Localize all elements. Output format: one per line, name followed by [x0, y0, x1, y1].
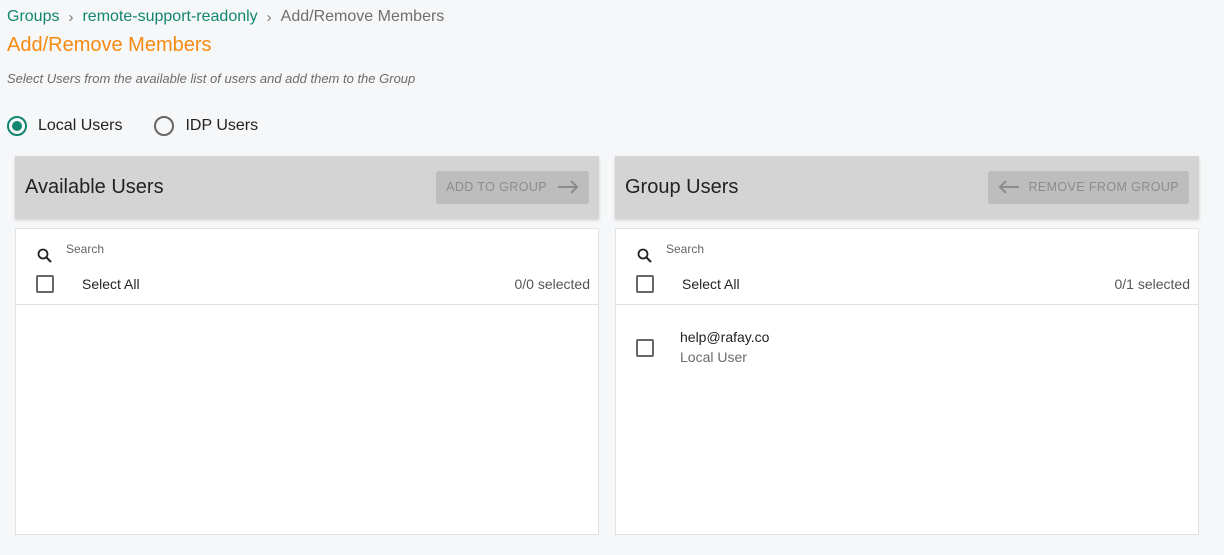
available-users-header: Available Users ADD TO GROUP [15, 156, 599, 218]
available-search-input[interactable] [66, 242, 366, 256]
radio-local-users[interactable]: Local Users [7, 116, 122, 136]
group-users-title: Group Users [625, 175, 739, 198]
available-selected-count: 0/0 selected [514, 276, 591, 292]
user-email: help@rafay.co [680, 329, 770, 345]
radio-label: Local Users [38, 117, 123, 134]
available-select-all-checkbox[interactable] [36, 275, 54, 293]
group-search [636, 239, 966, 265]
breadcrumb-current: Add/Remove Members [280, 8, 445, 25]
radio-label: IDP Users [185, 117, 259, 134]
group-users-header: Group Users REMOVE FROM GROUP [615, 156, 1199, 218]
arrow-left-icon [998, 180, 1020, 194]
radio-unchecked-icon [154, 116, 175, 136]
available-users-list: Select All 0/0 selected [15, 228, 599, 535]
radio-checked-icon [7, 116, 27, 136]
add-to-group-label: ADD TO GROUP [446, 180, 547, 194]
available-search [36, 239, 366, 265]
page-title: Add/Remove Members [7, 34, 212, 56]
group-selected-count: 0/1 selected [1114, 276, 1191, 292]
breadcrumb-separator: › [266, 8, 272, 26]
radio-idp-users[interactable]: IDP Users [154, 116, 258, 136]
user-checkbox[interactable] [636, 339, 654, 357]
list-item[interactable]: help@rafay.co Local User [616, 329, 1198, 369]
available-users-title: Available Users [25, 175, 164, 198]
group-search-input[interactable] [666, 242, 966, 256]
select-all-label: Select All [682, 276, 740, 292]
remove-from-group-button[interactable]: REMOVE FROM GROUP [988, 170, 1189, 204]
select-all-label: Select All [82, 276, 140, 292]
breadcrumb-groups-link[interactable]: Groups [7, 8, 59, 26]
user-type: Local User [680, 349, 747, 365]
breadcrumb: Groups › remote-support-readonly › Add/R… [7, 7, 444, 27]
search-icon [36, 247, 54, 265]
group-select-all-checkbox[interactable] [636, 275, 654, 293]
group-select-all-row: Select All 0/1 selected [616, 273, 1198, 305]
add-to-group-button[interactable]: ADD TO GROUP [436, 170, 589, 204]
search-icon [636, 247, 654, 265]
group-users-list: Select All 0/1 selected help@rafay.co Lo… [615, 228, 1199, 535]
breadcrumb-separator: › [68, 8, 74, 26]
breadcrumb-group-link[interactable]: remote-support-readonly [82, 8, 257, 26]
available-select-all-row: Select All 0/0 selected [16, 273, 598, 305]
page-subtitle: Select Users from the available list of … [7, 71, 416, 86]
remove-from-group-label: REMOVE FROM GROUP [1028, 180, 1179, 194]
arrow-right-icon [557, 180, 579, 194]
user-source-radio-group: Local Users IDP Users [7, 116, 290, 136]
